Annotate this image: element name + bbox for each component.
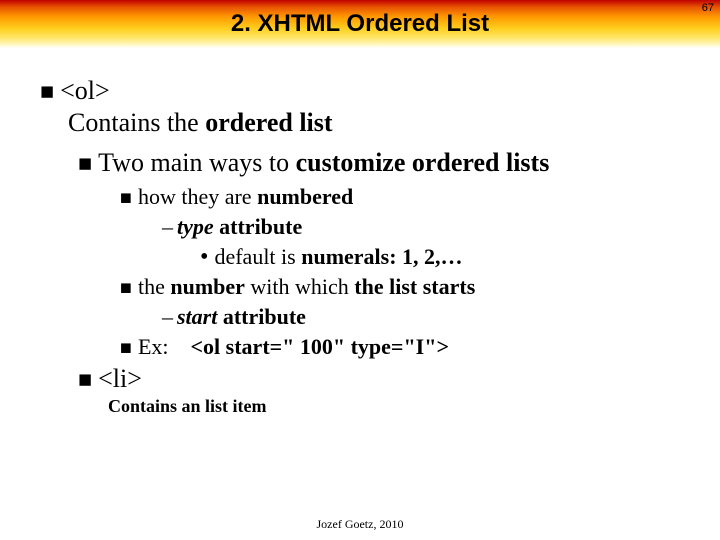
ns-b: number [170,274,245,299]
bullet-start-attr: –start attribute [162,304,710,330]
dot-bullet-icon: • [200,243,208,270]
slide-footer: Jozef Goetz, 2010 [0,517,720,532]
slide-title: 2. XHTML Ordered List [231,10,489,38]
bullet-number-start: ■ the number with which the list starts [120,274,710,300]
type-attr-b: attribute [214,214,303,239]
ol-tag-text: <ol> [60,76,110,105]
ns-d: the list starts [354,274,475,299]
li-desc-a: Contains an [108,396,205,416]
ns-a: the [138,274,170,299]
customize-b: customize ordered lists [296,148,550,177]
default-a: default is [214,244,301,269]
start-attr-b: attribute [217,304,306,329]
dash-bullet-icon: – [162,304,173,329]
li-tag-text: <li> [98,364,142,393]
slide-content: ■<ol> Contains the ordered list ■Two mai… [0,48,720,417]
numbered-a: how they are [138,184,257,209]
page-number: 67 [702,2,714,14]
square-bullet-icon: ■ [120,187,132,209]
bullet-numbered: ■ how they are numbered [120,184,710,210]
square-bullet-icon: ■ [40,78,54,104]
dash-bullet-icon: – [162,214,173,239]
ol-desc-b: ordered list [205,108,332,137]
square-bullet-icon: ■ [120,277,132,299]
bullet-li-tag: ■<li> [78,364,710,394]
bullet-type-attr: –type attribute [162,214,710,240]
ex-code: <ol start=" 100" type="I"> [191,334,449,359]
customize-a: Two main ways to [98,148,296,177]
ol-desc-a: Contains the [68,108,205,137]
bullet-ol-tag: ■<ol> [40,76,710,106]
start-attr-a: start [177,304,217,329]
square-bullet-icon: ■ [78,150,92,176]
ex-label: Ex: [138,334,169,359]
bullet-default-numerals: •default is numerals: 1, 2,… [200,244,710,270]
li-desc-b: list item [205,396,266,416]
numbered-b: numbered [257,184,353,209]
square-bullet-icon: ■ [120,337,132,359]
slide-header: 2. XHTML Ordered List [0,0,720,48]
default-b: numerals: 1, 2,… [301,244,462,269]
li-desc: Contains an list item [108,396,710,417]
bullet-customize: ■Two main ways to customize ordered list… [78,148,710,178]
type-attr-a: type [177,214,214,239]
ns-c: with which [245,274,354,299]
bullet-example: ■ Ex: <ol start=" 100" type="I"> [120,334,710,360]
square-bullet-icon: ■ [78,366,92,392]
ol-desc: Contains the ordered list [68,108,710,138]
